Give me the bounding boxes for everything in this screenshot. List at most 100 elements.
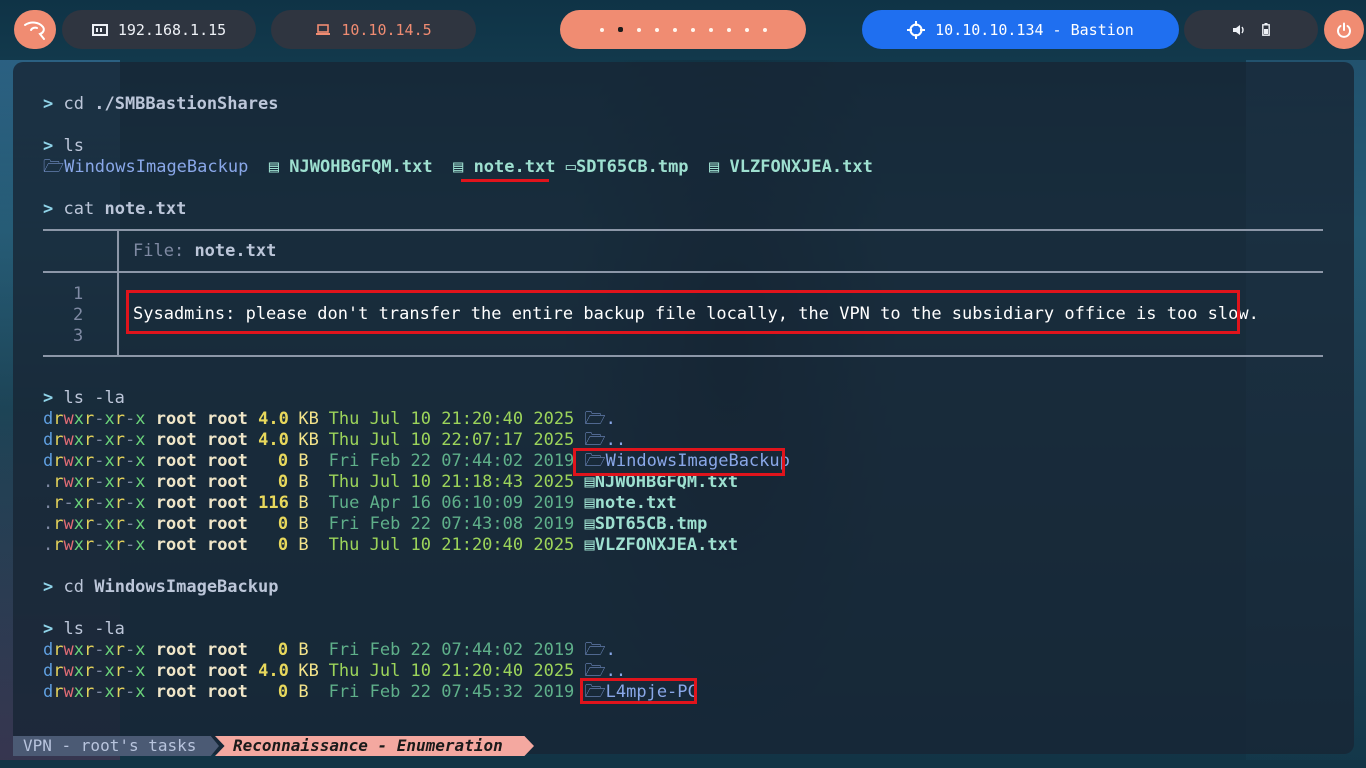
power-button[interactable]	[1324, 10, 1364, 49]
permission-char: w	[63, 682, 74, 702]
prompt-symbol: >	[43, 577, 54, 597]
prompt-symbol: >	[43, 619, 54, 639]
launcher-button[interactable]	[14, 10, 56, 49]
workspace-dot[interactable]	[636, 27, 641, 32]
vpn-ip-widget[interactable]: 10.10.14.5	[271, 10, 476, 49]
file-owner: root	[155, 640, 197, 660]
file-date: Fri Feb 22 07:44:02 2019	[328, 640, 575, 660]
system-tray[interactable]	[1184, 10, 1318, 49]
file-owner: root	[155, 661, 197, 681]
workspace-dot[interactable]	[762, 27, 767, 32]
file-size-unit: B	[298, 451, 309, 471]
permission-char: -	[94, 451, 105, 471]
permission-char: x	[135, 682, 146, 702]
dir-name: ..	[605, 430, 627, 450]
permission-char: r	[114, 409, 125, 429]
permission-char: w	[63, 661, 74, 681]
workspace-dot[interactable]	[744, 27, 749, 32]
workspace-dot[interactable]	[654, 27, 659, 32]
permission-char: x	[135, 493, 146, 513]
permission-char: r	[114, 640, 125, 660]
permission-char: r	[84, 409, 95, 429]
command-line: > ls -la	[43, 619, 125, 640]
permission-char: r	[53, 661, 64, 681]
file-date: Tue Apr 16 06:10:09 2019	[328, 493, 575, 513]
permission-char: x	[73, 430, 84, 450]
file-size-unit: B	[298, 535, 309, 555]
power-icon	[1336, 22, 1352, 38]
session-tab[interactable]: VPN - root's tasks	[13, 736, 219, 756]
permission-char: r	[84, 514, 95, 534]
permission-char: x	[104, 640, 115, 660]
prompt-symbol: >	[43, 94, 54, 114]
workspace-dot[interactable]	[672, 27, 677, 32]
target-widget[interactable]: 10.10.10.134 - Bastion	[862, 10, 1179, 49]
permission-char: r	[84, 472, 95, 492]
permission-char: x	[104, 409, 115, 429]
permission-char: -	[125, 430, 136, 450]
ls-la-row: drwxr-xr-x root root 4.0 KB Thu Jul 10 2…	[43, 661, 626, 682]
command-line: > cd WindowsImageBackup	[43, 577, 278, 598]
permission-char: d	[43, 409, 54, 429]
prompt-symbol: >	[43, 199, 54, 219]
permission-string: .rwxr-xr-x	[43, 472, 146, 492]
permission-string: drwxr-xr-x	[43, 640, 146, 660]
workspace-dot[interactable]	[708, 27, 713, 32]
permission-char: w	[63, 535, 74, 555]
workspace-dot[interactable]	[599, 27, 604, 32]
command-text: cd	[63, 577, 84, 597]
permission-char: r	[114, 451, 125, 471]
folder-open-icon: 🗁	[584, 640, 606, 660]
file-date: Fri Feb 22 07:43:08 2019	[328, 514, 575, 534]
permission-char: -	[125, 493, 136, 513]
bat-divider	[117, 271, 119, 356]
workspace-dot[interactable]	[690, 27, 695, 32]
file-size-unit: KB	[298, 409, 319, 429]
file-size: 0	[277, 514, 289, 534]
file-size: 0	[277, 640, 289, 660]
volume-icon[interactable]	[1232, 24, 1246, 36]
permission-char: x	[73, 472, 84, 492]
permission-char: r	[114, 535, 125, 555]
workspace-dot-active[interactable]	[617, 27, 623, 32]
workspace-dot[interactable]	[726, 27, 731, 32]
crosshair-icon	[907, 20, 926, 39]
permission-char: .	[43, 472, 54, 492]
permission-char: x	[104, 472, 115, 492]
local-ip-widget[interactable]: 192.168.1.15	[62, 10, 256, 49]
file-owner: root	[155, 535, 197, 555]
permission-char: .	[43, 514, 54, 534]
phase-tab[interactable]: Reconnaissance - Enumeration	[215, 736, 534, 756]
ls-item-file: SDT65CB.tmp	[575, 157, 689, 177]
permission-string: drwxr-xr-x	[43, 409, 146, 429]
command-arg: WindowsImageBackup	[94, 577, 279, 597]
workspace-switcher[interactable]	[560, 10, 806, 49]
command-text: ls -la	[63, 619, 125, 639]
file-size: 0	[277, 472, 289, 492]
terminal-file-icon: ▭	[565, 157, 576, 177]
file-text-icon: ▤	[698, 157, 730, 177]
permission-char: r	[84, 640, 95, 660]
command-text: cd	[63, 94, 84, 114]
permission-char: w	[63, 472, 74, 492]
permission-char: r	[53, 451, 64, 471]
file-group: root	[206, 535, 248, 555]
file-group: root	[206, 451, 248, 471]
ls-item-dir: WindowsImageBackup	[64, 157, 249, 177]
permission-char: d	[43, 640, 54, 660]
file-group: root	[206, 493, 248, 513]
permission-char: x	[104, 535, 115, 555]
permission-char: x	[73, 682, 84, 702]
file-size: 0	[277, 682, 289, 702]
battery-icon[interactable]	[1262, 23, 1270, 36]
permission-char: -	[94, 409, 105, 429]
laptop-icon	[315, 23, 331, 36]
permission-char: r	[84, 661, 95, 681]
permission-char: x	[73, 661, 84, 681]
highlight-box	[580, 678, 697, 704]
permission-char: -	[94, 661, 105, 681]
permission-char: -	[125, 535, 136, 555]
permission-string: drwxr-xr-x	[43, 430, 146, 450]
permission-char: x	[135, 451, 146, 471]
permission-char: -	[94, 514, 105, 534]
